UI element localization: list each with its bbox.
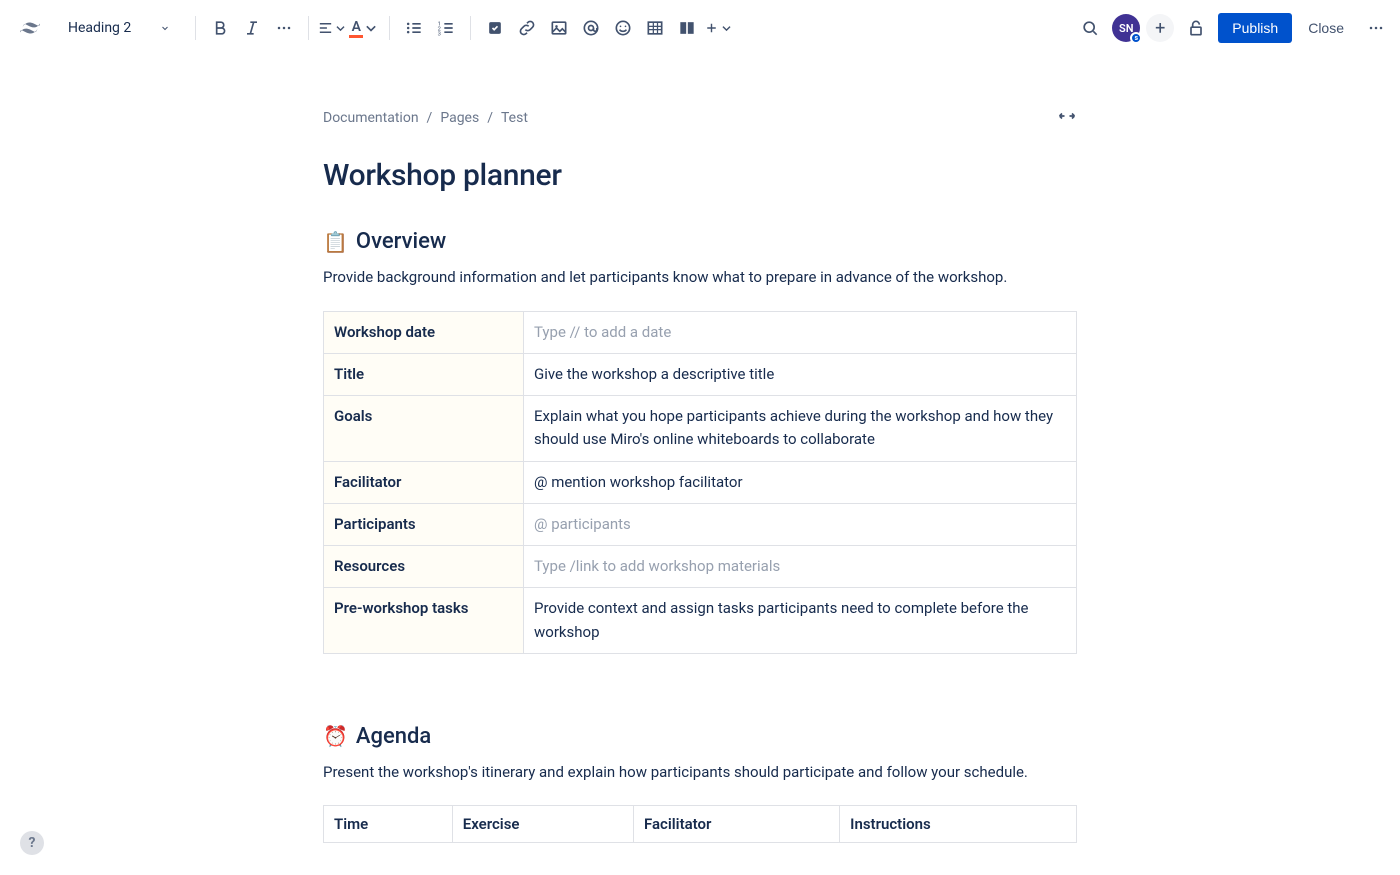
more-actions-button[interactable]	[1360, 12, 1392, 44]
editor-toolbar: Heading 2 A 123 SN s + Publish	[0, 0, 1400, 56]
separator	[195, 16, 196, 40]
row-value[interactable]: Provide context and assign tasks partici…	[524, 588, 1077, 654]
agenda-description[interactable]: Present the workshop's itinerary and exp…	[323, 761, 1077, 784]
row-value[interactable]: Explain what you hope participants achie…	[524, 396, 1077, 462]
table-row[interactable]: GoalsExplain what you hope participants …	[324, 396, 1077, 462]
action-item-button[interactable]	[479, 12, 511, 44]
separator	[470, 16, 471, 40]
restrictions-button[interactable]	[1180, 12, 1212, 44]
table-row[interactable]: TitleGive the workshop a descriptive tit…	[324, 353, 1077, 395]
overview-description[interactable]: Provide background information and let p…	[323, 266, 1077, 289]
table-row[interactable]: Facilitator@ mention workshop facilitato…	[324, 461, 1077, 503]
row-label[interactable]: Resources	[324, 546, 524, 588]
link-button[interactable]	[511, 12, 543, 44]
row-value[interactable]: Type /link to add workshop materials	[524, 546, 1077, 588]
table-row[interactable]: Participants@ participants	[324, 503, 1077, 545]
breadcrumb: Documentation / Pages / Test	[323, 110, 528, 126]
agenda-column-header[interactable]: Time	[324, 806, 453, 843]
publish-button[interactable]: Publish	[1218, 13, 1292, 43]
breadcrumb-item[interactable]: Documentation	[323, 110, 419, 126]
row-label[interactable]: Participants	[324, 503, 524, 545]
agenda-heading[interactable]: ⏰ Agenda	[323, 724, 1077, 749]
image-button[interactable]	[543, 12, 575, 44]
confluence-logo[interactable]	[0, 16, 60, 40]
breadcrumb-item[interactable]: Pages	[440, 110, 479, 126]
breadcrumb-item[interactable]: Test	[501, 110, 528, 126]
text-style-dropdown[interactable]: Heading 2	[60, 14, 179, 42]
chevron-down-icon	[718, 18, 735, 38]
clock-emoji: ⏰	[323, 724, 348, 748]
clipboard-emoji: 📋	[323, 230, 348, 254]
breadcrumb-separator: /	[487, 110, 493, 126]
agenda-column-header[interactable]: Facilitator	[634, 806, 840, 843]
bold-button[interactable]	[204, 12, 236, 44]
row-label[interactable]: Goals	[324, 396, 524, 462]
svg-text:3: 3	[438, 32, 441, 38]
agenda-column-header[interactable]: Exercise	[452, 806, 633, 843]
overview-heading-text: Overview	[356, 229, 446, 254]
insert-more-dropdown[interactable]	[703, 12, 735, 44]
close-button[interactable]: Close	[1298, 13, 1354, 43]
row-value[interactable]: Type // to add a date	[524, 311, 1077, 353]
text-color-dropdown[interactable]: A	[349, 12, 381, 44]
separator	[389, 16, 390, 40]
table-row[interactable]: Pre-workshop tasksProvide context and as…	[324, 588, 1077, 654]
page-content[interactable]: Documentation / Pages / Test Workshop pl…	[323, 106, 1077, 843]
row-value[interactable]: Give the workshop a descriptive title	[524, 353, 1077, 395]
row-label[interactable]: Title	[324, 353, 524, 395]
agenda-column-header[interactable]: Instructions	[840, 806, 1077, 843]
bullet-list-button[interactable]	[398, 12, 430, 44]
italic-button[interactable]	[236, 12, 268, 44]
align-dropdown[interactable]	[317, 12, 349, 44]
page-title[interactable]: Workshop planner	[323, 158, 1077, 193]
agenda-heading-text: Agenda	[356, 724, 431, 749]
row-label[interactable]: Pre-workshop tasks	[324, 588, 524, 654]
breadcrumb-separator: /	[427, 110, 433, 126]
chevron-down-icon	[159, 22, 171, 34]
overview-heading[interactable]: 📋 Overview	[323, 229, 1077, 254]
find-replace-button[interactable]	[1074, 12, 1106, 44]
agenda-table[interactable]: TimeExerciseFacilitatorInstructions	[323, 805, 1077, 843]
chevron-down-icon	[361, 18, 381, 38]
row-value[interactable]: @ mention workshop facilitator	[524, 461, 1077, 503]
page-width-toggle[interactable]	[1057, 106, 1077, 130]
chevron-down-icon	[332, 18, 349, 38]
text-style-label: Heading 2	[68, 20, 131, 36]
table-row[interactable]: Workshop dateType // to add a date	[324, 311, 1077, 353]
layouts-button[interactable]	[671, 12, 703, 44]
separator	[308, 16, 309, 40]
user-avatar[interactable]: SN s	[1112, 14, 1140, 42]
numbered-list-button[interactable]: 123	[430, 12, 462, 44]
table-button[interactable]	[639, 12, 671, 44]
row-value[interactable]: @ participants	[524, 503, 1077, 545]
invite-button[interactable]: +	[1146, 14, 1174, 42]
table-row[interactable]: ResourcesType /link to add workshop mate…	[324, 546, 1077, 588]
help-button[interactable]: ?	[20, 831, 44, 855]
more-formatting-button[interactable]	[268, 12, 300, 44]
row-label[interactable]: Facilitator	[324, 461, 524, 503]
row-label[interactable]: Workshop date	[324, 311, 524, 353]
emoji-button[interactable]	[607, 12, 639, 44]
avatar-status-badge: s	[1130, 32, 1142, 44]
overview-table[interactable]: Workshop dateType // to add a dateTitleG…	[323, 311, 1077, 654]
mention-button[interactable]	[575, 12, 607, 44]
